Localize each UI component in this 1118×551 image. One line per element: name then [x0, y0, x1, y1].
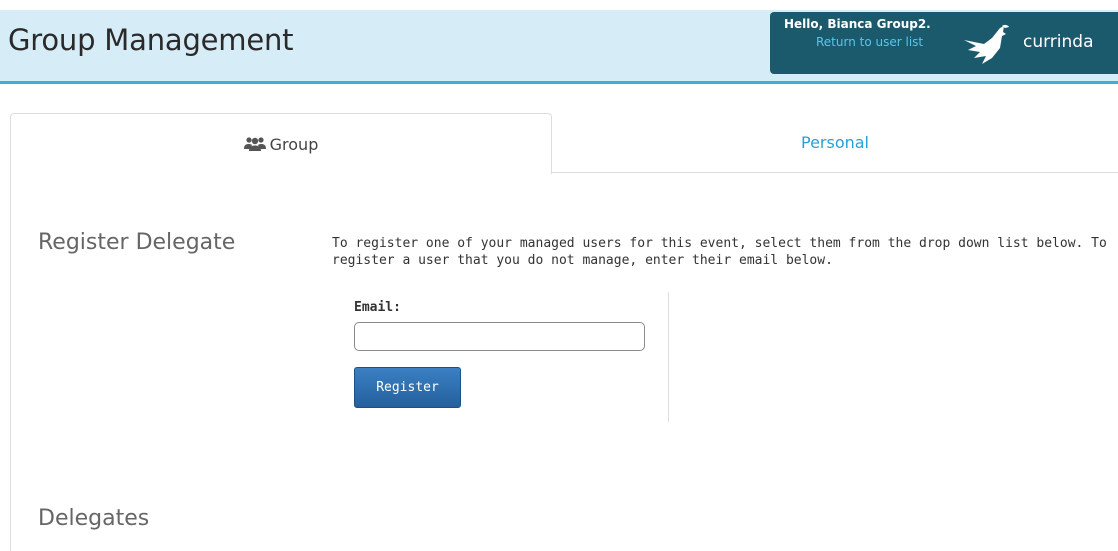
return-to-user-list-link[interactable]: Return to user list — [816, 35, 923, 49]
register-instructions: To register one of your managed users fo… — [332, 236, 1107, 268]
register-delegate-title: Register Delegate — [38, 230, 236, 255]
page-header: Group Management Hello, Bianca Group2. R… — [0, 10, 1118, 84]
tab-group[interactable]: Group — [10, 113, 552, 174]
email-input[interactable] — [354, 322, 645, 351]
logo-text: currinda — [1023, 32, 1094, 52]
register-button[interactable]: Register — [354, 367, 461, 408]
greeting-text: Hello, Bianca Group2. — [784, 17, 931, 31]
group-panel: Register Delegate To register one of you… — [10, 172, 1118, 551]
tab-personal[interactable]: Personal — [552, 113, 1118, 173]
user-box: Hello, Bianca Group2. Return to user lis… — [770, 12, 1118, 74]
users-icon — [243, 137, 266, 151]
page-title: Group Management — [8, 23, 294, 57]
tab-group-label: Group — [269, 134, 319, 154]
email-label: Email: — [354, 300, 401, 315]
register-form: Email: Register — [354, 292, 669, 422]
tab-bar: Group Personal — [10, 113, 1118, 174]
delegates-title: Delegates — [38, 506, 150, 531]
currinda-bird-logo-icon — [964, 24, 1009, 64]
tab-personal-label: Personal — [800, 133, 869, 152]
